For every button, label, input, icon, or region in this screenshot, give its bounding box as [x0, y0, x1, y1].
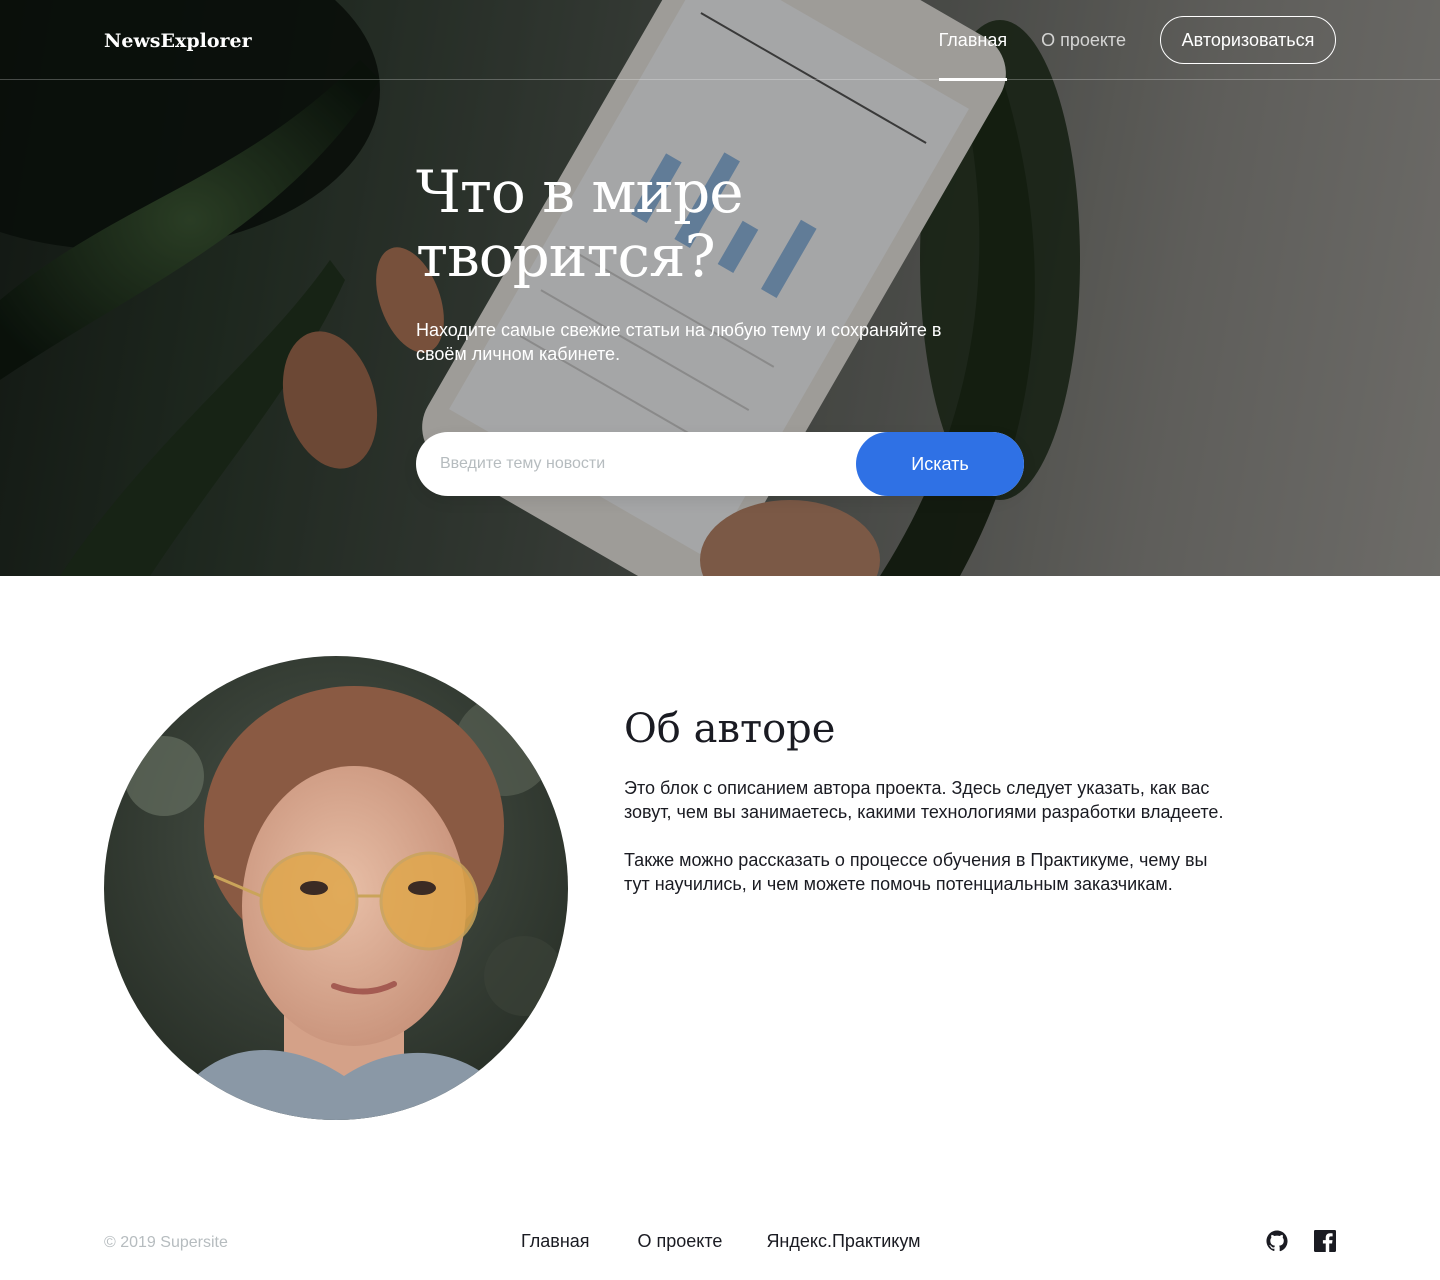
about-title: Об авторе [624, 706, 836, 752]
main-nav: Главная О проекте Авторизоваться [938, 0, 1336, 81]
search-button[interactable]: Искать [856, 432, 1024, 496]
about-paragraph: Это блок с описанием автора проекта. Зде… [624, 778, 1224, 822]
facebook-icon[interactable] [1314, 1230, 1336, 1252]
site-footer: © 2019 Supersite Главная О проекте Яндек… [0, 1200, 1440, 1280]
about-text: Об авторе Это блок с описанием автора пр… [624, 706, 1234, 896]
github-icon[interactable] [1266, 1230, 1288, 1252]
login-button[interactable]: Авторизоваться [1160, 16, 1336, 64]
footer-link-home[interactable]: Главная [521, 1231, 590, 1252]
hero-subtitle: Находите самые свежие статьи на любую те… [416, 320, 942, 364]
copyright: © 2019 Supersite [104, 1234, 228, 1251]
hero-title: Что в мире творится? [416, 158, 744, 290]
footer-nav: Главная О проекте Яндекс.Практикум [521, 1231, 969, 1252]
hero-content: Что в мире творится? Находите самые свеж… [416, 160, 1024, 366]
nav-link-about-project[interactable]: О проекте [1041, 0, 1126, 80]
about-author-section: Об авторе Это блок с описанием автора пр… [0, 576, 1440, 1176]
nav-link-home[interactable]: Главная [938, 0, 1007, 81]
social-links [1240, 1230, 1336, 1252]
search-form: Искать [416, 432, 1024, 496]
author-avatar [104, 656, 568, 1120]
search-input[interactable] [416, 432, 856, 496]
site-logo[interactable]: NewsExplorer [104, 30, 252, 52]
site-header: NewsExplorer Главная О проекте Авторизов… [0, 0, 1440, 81]
footer-link-about-project[interactable]: О проекте [638, 1231, 723, 1252]
hero-section: NewsExplorer Главная О проекте Авторизов… [0, 0, 1440, 576]
footer-link-yandex-practicum[interactable]: Яндекс.Практикум [766, 1231, 920, 1252]
about-paragraph: Также можно рассказать о процессе обучен… [624, 850, 1208, 894]
